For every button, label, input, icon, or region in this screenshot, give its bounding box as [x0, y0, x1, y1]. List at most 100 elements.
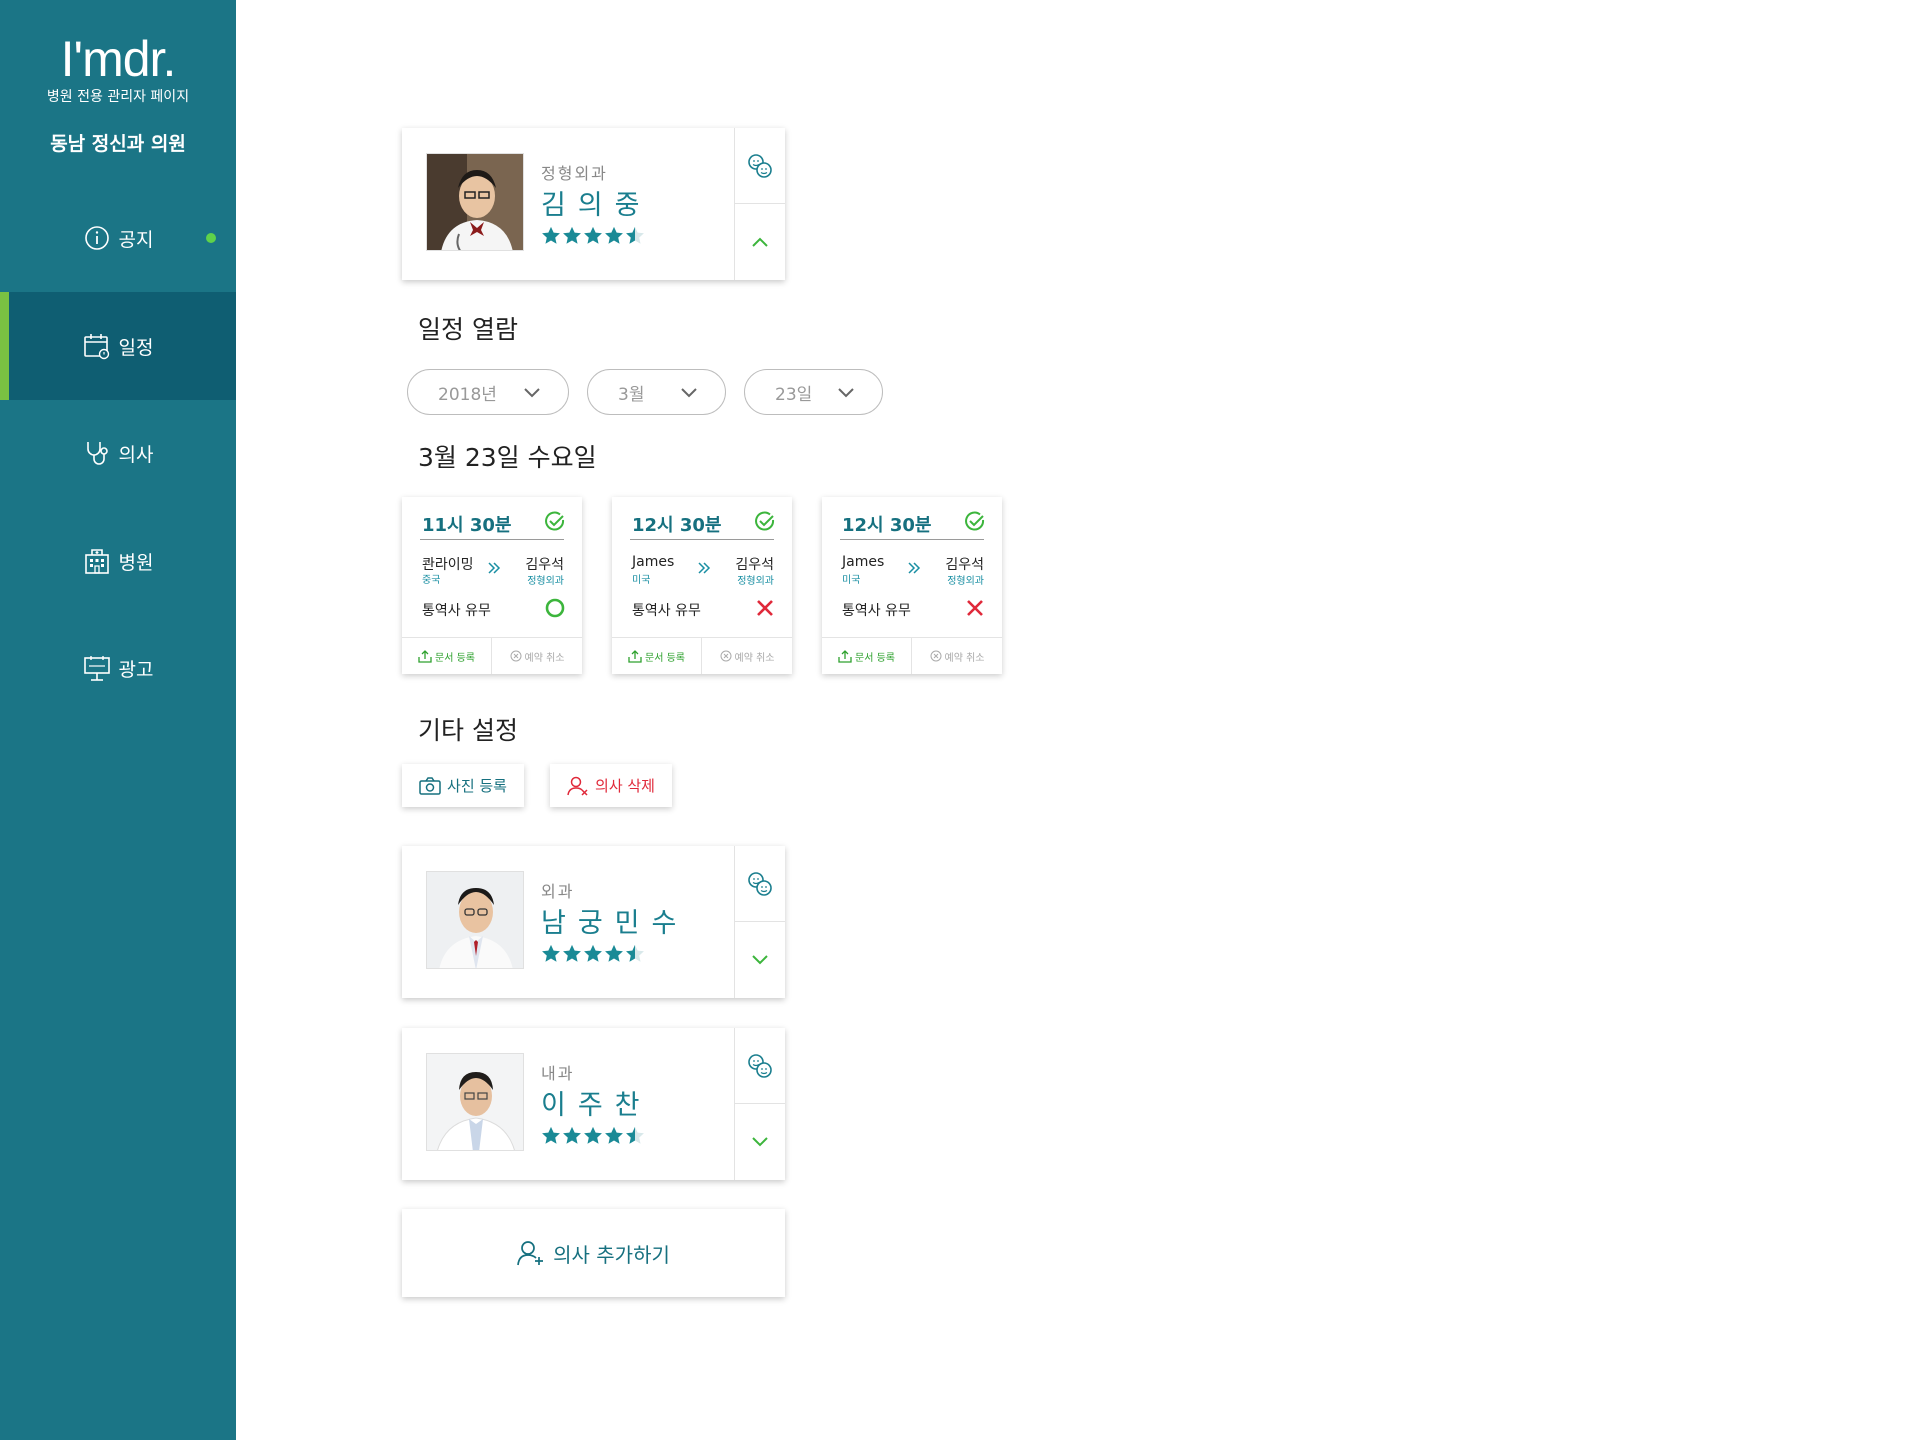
chevron-up-icon	[752, 237, 768, 247]
month-select-value: 3월	[618, 384, 645, 405]
star-icon	[605, 944, 623, 962]
interpreter-no-icon	[967, 600, 983, 616]
star-icon	[563, 944, 581, 962]
register-document-button[interactable]: 문서 등록	[402, 638, 492, 674]
app-logo: I'mdr.	[60, 31, 177, 87]
register-photo-button[interactable]: 사진 등록	[402, 764, 524, 807]
star-icon	[542, 226, 560, 244]
review-button[interactable]	[735, 128, 785, 204]
register-document-label: 문서 등록	[435, 652, 475, 664]
doctor-card: 정형외과 김의중	[402, 128, 785, 280]
doctor-department: 외과	[541, 882, 575, 901]
cancel-circle-icon	[720, 650, 731, 662]
camera-icon	[419, 776, 441, 795]
star-icon	[605, 226, 623, 244]
patient-name: James	[632, 554, 675, 570]
cancel-reservation-button[interactable]: 예약 취소	[912, 638, 1002, 674]
sidebar-item-hospital[interactable]: 병원	[0, 507, 236, 615]
delete-doctor-label: 의사 삭제	[595, 777, 655, 795]
register-document-button[interactable]: 문서 등록	[822, 638, 912, 674]
doctor-name: 이주찬	[541, 1090, 652, 1121]
cancel-circle-icon	[930, 650, 941, 662]
cancel-circle-icon	[510, 650, 521, 662]
review-button[interactable]	[735, 1028, 785, 1104]
star-icon	[584, 1126, 602, 1144]
star-icon	[605, 1126, 623, 1144]
star-icon	[542, 1126, 560, 1144]
review-button[interactable]	[735, 846, 785, 922]
expand-button[interactable]	[735, 922, 785, 997]
cancel-reservation-label: 예약 취소	[944, 652, 985, 664]
expand-button[interactable]	[735, 1104, 785, 1179]
year-select[interactable]: 2018년	[407, 369, 569, 415]
star-icon	[563, 1126, 581, 1144]
sidebar-item-label: 공지	[118, 228, 154, 251]
appointment-card: 12시 30분 James 미국 김우석 정형외과 통역사 유무 문서 등록 예…	[612, 497, 792, 674]
half-star-icon	[626, 226, 644, 244]
upload-icon	[418, 649, 432, 663]
patient-country: 미국	[632, 575, 651, 586]
sidebar-item-schedule[interactable]: 일정	[0, 292, 236, 400]
billboard-icon	[83, 654, 111, 682]
check-circle-icon	[755, 511, 775, 531]
rating-stars	[541, 944, 645, 963]
register-document-label: 문서 등록	[645, 652, 685, 664]
add-doctor-label: 의사 추가하기	[553, 1242, 670, 1267]
chevron-down-icon	[752, 1136, 768, 1146]
patient-name: James	[842, 554, 885, 570]
cancel-reservation-button[interactable]: 예약 취소	[492, 638, 582, 674]
collapse-button[interactable]	[735, 204, 785, 279]
cancel-reservation-label: 예약 취소	[524, 652, 565, 664]
check-circle-icon	[545, 511, 565, 531]
sidebar-item-doctor[interactable]: 의사	[0, 399, 236, 507]
doctor-name: 김의중	[541, 190, 652, 221]
logo-subtitle: 병원 전용 관리자 페이지	[46, 89, 190, 105]
half-star-icon	[626, 944, 644, 962]
star-icon	[563, 226, 581, 244]
appointment-doctor: 김우석	[525, 557, 564, 573]
star-icon	[542, 944, 560, 962]
stethoscope-icon	[83, 439, 111, 467]
review-faces-icon	[748, 1053, 772, 1078]
register-document-label: 문서 등록	[855, 652, 895, 664]
patient-country: 중국	[422, 575, 441, 586]
appointment-doctor-dept: 정형외과	[527, 576, 564, 587]
day-select[interactable]: 23일	[744, 369, 883, 415]
appointment-actions: 문서 등록 예약 취소	[822, 637, 1002, 674]
delete-doctor-button[interactable]: 의사 삭제	[550, 764, 672, 807]
divider	[840, 539, 984, 540]
doctor-card-actions	[734, 846, 785, 998]
interpreter-label: 통역사 유무	[842, 603, 911, 619]
check-circle-icon	[965, 511, 985, 531]
register-photo-label: 사진 등록	[447, 777, 507, 795]
doctor-card-actions	[734, 128, 785, 280]
review-faces-icon	[748, 871, 772, 896]
appointment-time: 11시 30분	[422, 515, 512, 536]
month-select[interactable]: 3월	[587, 369, 726, 415]
register-document-button[interactable]: 문서 등록	[612, 638, 702, 674]
add-doctor-button[interactable]: 의사 추가하기	[402, 1209, 785, 1297]
sidebar-item-label: 일정	[118, 336, 154, 359]
divider	[420, 539, 564, 540]
divider	[630, 539, 774, 540]
appointment-doctor: 김우석	[735, 557, 774, 573]
sidebar-item-advertisement[interactable]: 광고	[0, 614, 236, 722]
doctor-photo	[426, 153, 524, 251]
doctor-card-actions	[734, 1028, 785, 1180]
schedule-section-title: 일정 열람	[418, 315, 518, 344]
interpreter-label: 통역사 유무	[422, 603, 491, 619]
doctor-photo	[426, 1053, 524, 1151]
cancel-reservation-button[interactable]: 예약 취소	[702, 638, 792, 674]
appointment-card: 12시 30분 James 미국 김우석 정형외과 통역사 유무 문서 등록 예…	[822, 497, 1002, 674]
sidebar-item-notice[interactable]: 공지	[0, 184, 236, 292]
upload-icon	[838, 649, 852, 663]
calendar-icon	[83, 332, 111, 360]
sidebar: I'mdr. 병원 전용 관리자 페이지 동남 정신과 의원 공지 일정 의사 …	[0, 0, 236, 1440]
hospital-icon	[83, 547, 111, 575]
sidebar-item-label: 병원	[118, 551, 154, 574]
doctor-name: 남궁민수	[541, 908, 689, 939]
interpreter-label: 통역사 유무	[632, 603, 701, 619]
appointment-doctor-dept: 정형외과	[737, 576, 774, 587]
date-heading: 3월 23일 수요일	[418, 443, 597, 472]
double-chevron-right-icon	[908, 562, 921, 574]
